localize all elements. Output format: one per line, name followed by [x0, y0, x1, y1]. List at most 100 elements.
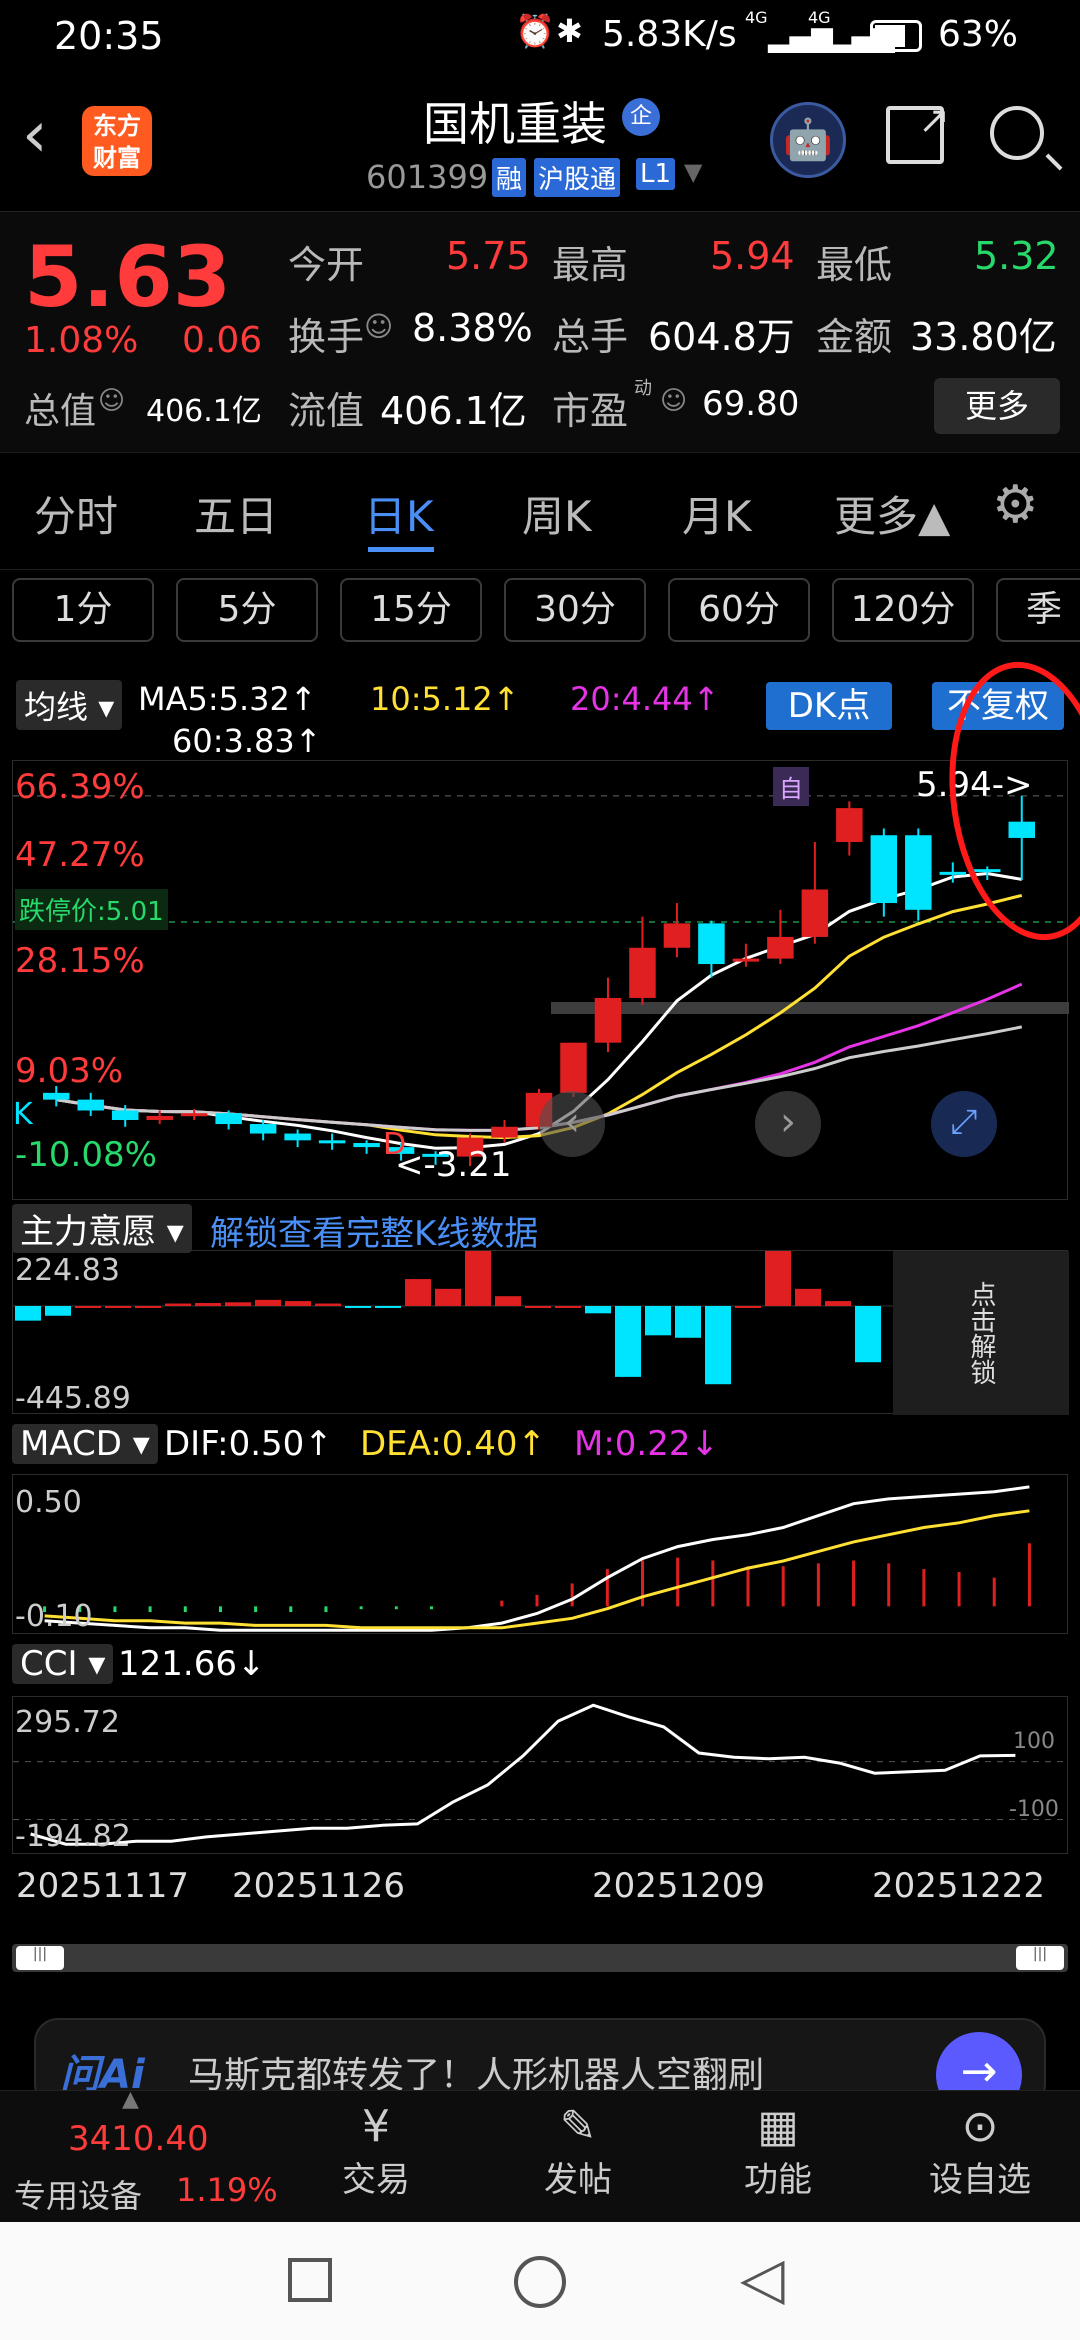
- edit-icon: ✎: [559, 2101, 597, 2152]
- zhuli-bar: [45, 1305, 71, 1316]
- nav-functions[interactable]: ▦ 功能: [708, 2101, 848, 2201]
- macd-dropdown[interactable]: MACD ▾: [12, 1424, 158, 1464]
- market-cap-value: 406.1亿: [146, 394, 262, 429]
- macd-y-bottom: -0.10: [15, 1599, 93, 1634]
- low-marker: <-3.21: [395, 1145, 512, 1185]
- share-icon[interactable]: ↗: [886, 98, 950, 164]
- info-icon[interactable]: ☺: [98, 386, 125, 416]
- float-cap-value: 406.1亿: [380, 389, 527, 433]
- zhuli-bar: [525, 1305, 551, 1308]
- cci-chart: [13, 1703, 1069, 1846]
- more-button[interactable]: 更多: [934, 378, 1060, 434]
- margin-badge: 融: [492, 158, 527, 197]
- y-label-2: 47.27%: [15, 835, 145, 875]
- macd-y-top: 0.50: [15, 1485, 82, 1520]
- interval-15m[interactable]: 15分: [340, 578, 482, 642]
- gear-icon[interactable]: ⚙: [992, 475, 1039, 535]
- fullscreen-icon[interactable]: ⤢: [931, 1091, 997, 1157]
- chevron-up-icon[interactable]: ▲: [122, 2087, 139, 2112]
- interval-1m[interactable]: 1分: [12, 578, 154, 642]
- zhuli-bar: [735, 1305, 761, 1308]
- side-unlock-button[interactable]: 点击解锁: [893, 1251, 1069, 1415]
- candle-body: [284, 1133, 311, 1141]
- ai-robot-icon[interactable]: 🤖: [770, 102, 846, 178]
- candle-body: [905, 835, 932, 910]
- chevron-right-icon[interactable]: ›: [755, 1091, 821, 1157]
- recents-icon[interactable]: [288, 2258, 332, 2302]
- back-icon[interactable]: ‹: [22, 98, 48, 172]
- brand-logo[interactable]: 东方财富: [82, 106, 152, 176]
- zhuli-bar: [825, 1301, 851, 1306]
- zhuli-bar: [165, 1303, 191, 1306]
- tab-intraday[interactable]: 分时: [34, 483, 118, 544]
- cci-dropdown[interactable]: CCI ▾: [12, 1644, 114, 1684]
- interval-5m[interactable]: 5分: [176, 578, 318, 642]
- back-nav-icon[interactable]: ◁: [740, 2244, 785, 2312]
- interval-30m[interactable]: 30分: [504, 578, 646, 642]
- candle-body: [353, 1143, 380, 1148]
- interval-60m[interactable]: 60分: [668, 578, 810, 642]
- kline-panel[interactable]: 66.39% 47.27% 跌停价:5.01 28.15% 9.03% -10.…: [12, 651, 1080, 1200]
- zhuli-bar: [465, 1251, 491, 1306]
- self-select-badge: 自: [773, 767, 809, 806]
- tab-more[interactable]: 更多▲: [834, 483, 950, 544]
- turnover-value: 8.38%: [412, 306, 533, 350]
- enterprise-badge: 企: [622, 98, 660, 136]
- index-value: 3410.40: [68, 2119, 209, 2159]
- unlock-link[interactable]: 解锁查看完整K线数据: [210, 1206, 538, 1255]
- zhuli-bar: [255, 1299, 281, 1306]
- dea-label: DEA:0.40↑: [360, 1424, 546, 1464]
- zhuli-bar: [765, 1251, 791, 1306]
- tab-five-day[interactable]: 五日: [194, 483, 278, 544]
- range-handle-right[interactable]: |||: [1016, 1946, 1064, 1970]
- turnover-label: 换手: [288, 315, 365, 359]
- chevron-down-icon[interactable]: ▼: [684, 158, 702, 186]
- macd-header: MACD ▾ DIF:0.50↑ DEA:0.40↑ M:0.22↓: [0, 1420, 1080, 1470]
- tab-weekly-k[interactable]: 周K: [522, 483, 592, 544]
- high-label: 最高: [552, 243, 629, 287]
- info-icon[interactable]: ☺: [660, 386, 687, 416]
- amount-value: 33.80亿: [910, 315, 1057, 359]
- dif-label: DIF:0.50↑: [164, 1424, 333, 1464]
- date-label-1: 20251117: [16, 1866, 190, 1906]
- tab-monthly-k[interactable]: 月K: [682, 483, 752, 544]
- tab-daily-k[interactable]: 日K: [364, 483, 434, 544]
- zhuli-bar: [285, 1301, 311, 1306]
- nav-post[interactable]: ✎ 发帖: [508, 2101, 648, 2201]
- candle-body: [836, 808, 863, 843]
- nav-trade[interactable]: ¥ 交易: [306, 2101, 446, 2201]
- cci-ref-top: 100: [1013, 1729, 1055, 1754]
- candle-body: [629, 947, 656, 998]
- zhuli-bar: [705, 1305, 731, 1385]
- interval-120m[interactable]: 120分: [832, 578, 974, 642]
- range-handle-left[interactable]: |||: [16, 1946, 64, 1970]
- zhuli-y-top: 224.83: [15, 1253, 120, 1288]
- cci-panel: 295.72 -194.82 100 -100: [12, 1696, 1069, 1854]
- home-icon[interactable]: [514, 2256, 566, 2308]
- candle-body: [180, 1113, 208, 1117]
- pe-value: 69.80: [702, 384, 800, 424]
- dk-point-button[interactable]: DK点: [766, 682, 892, 730]
- system-nav: ◁: [0, 2222, 1080, 2340]
- range-scrollbar[interactable]: ||| |||: [12, 1944, 1068, 1972]
- sector-name: 专用设备: [14, 2177, 143, 2215]
- candle-body: [698, 923, 725, 965]
- nav-add-watchlist[interactable]: ⊙ 设自选: [910, 2101, 1050, 2201]
- pe-label: 市盈: [552, 389, 629, 433]
- change-amount: 0.06: [182, 320, 263, 361]
- interval-quarter[interactable]: 季: [996, 578, 1080, 642]
- search-icon[interactable]: [990, 106, 1063, 171]
- zhuli-dropdown[interactable]: 主力意愿 ▾: [12, 1204, 192, 1253]
- stock-code: 601399: [366, 158, 489, 196]
- sector-change: 1.19%: [176, 2171, 278, 2209]
- zhuli-bar: [675, 1305, 701, 1338]
- volume-value: 604.8万: [648, 315, 795, 359]
- amount-label: 金额: [816, 315, 893, 359]
- info-icon[interactable]: ☺: [364, 310, 393, 343]
- candle-body: [663, 923, 691, 948]
- ma-dropdown[interactable]: 均线 ▾: [16, 680, 123, 730]
- candle-body: [767, 936, 794, 959]
- chevron-left-icon[interactable]: ‹: [539, 1091, 605, 1157]
- candle-body: [594, 997, 622, 1043]
- cci-value: 121.66↓: [118, 1644, 266, 1684]
